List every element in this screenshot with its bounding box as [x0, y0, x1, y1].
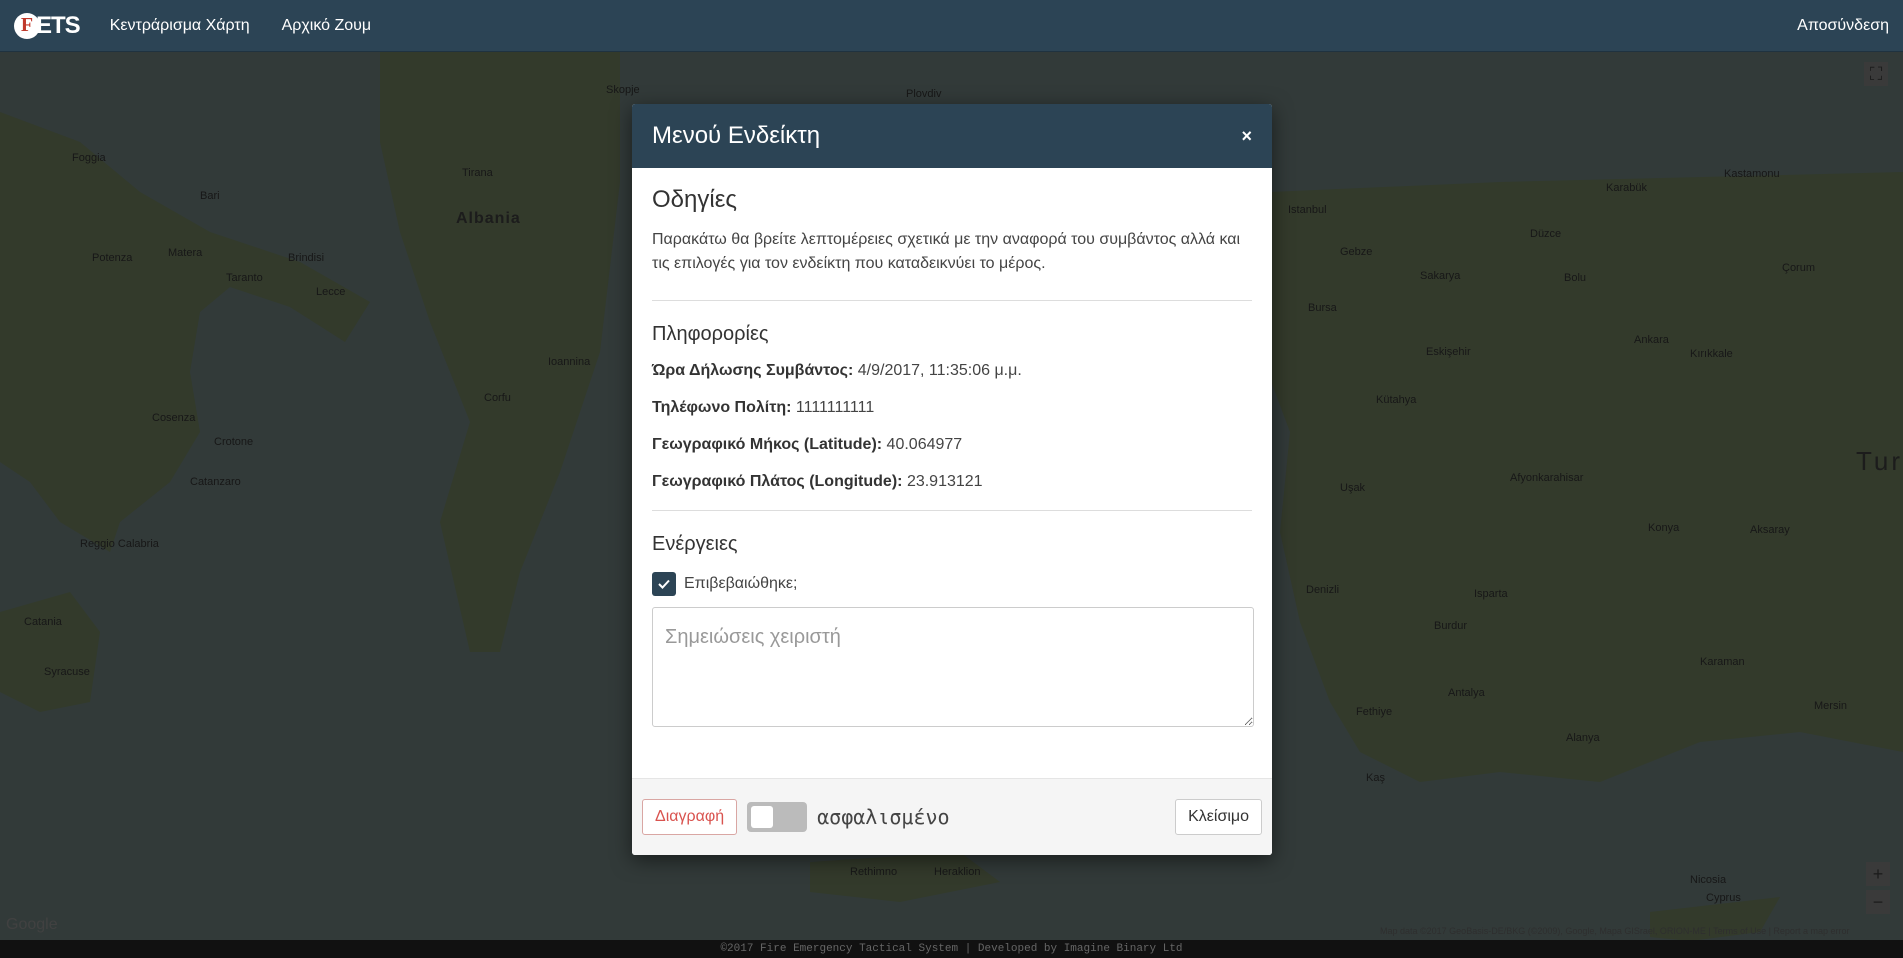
divider	[652, 510, 1252, 511]
nav-center-map[interactable]: Κεντράρισμα Χάρτη	[110, 17, 250, 35]
page-footer: ©2017 Fire Emergency Tactical System | D…	[0, 940, 1903, 958]
check-icon	[658, 579, 670, 589]
modal-footer: Διαγραφή ασφαλισμένο Κλείσιμο	[632, 778, 1272, 855]
delete-button[interactable]: Διαγραφή	[642, 799, 738, 835]
divider	[652, 300, 1252, 301]
brand[interactable]: F ETS	[14, 11, 81, 40]
logout-link[interactable]: Αποσύνδεση	[1797, 17, 1889, 35]
info-latitude: Γεωγραφικό Μήκος (Latitude): 40.064977	[652, 436, 963, 453]
actions-title: Ενέργειες	[652, 533, 738, 555]
confirmed-row: Επιβεβαιώθηκε;	[652, 572, 1252, 596]
locked-toggle[interactable]	[747, 802, 808, 832]
nav-initial-zoom[interactable]: Αρχικό Ζουμ	[282, 17, 372, 35]
close-button[interactable]: Κλείσιμο	[1175, 799, 1262, 835]
info-title: Πληφορορίες	[652, 323, 769, 345]
close-icon[interactable]: ×	[1241, 126, 1252, 147]
modal-header: Μενού Ενδείκτη ×	[632, 104, 1272, 168]
instructions-text: Παρακάτω θα βρείτε λεπτομέρειες σχετικά …	[652, 231, 1241, 272]
marker-modal: Μενού Ενδείκτη × Οδηγίες Παρακάτω θα βρε…	[632, 104, 1272, 855]
toggle-knob	[751, 806, 774, 828]
info-report-time: Ώρα Δήλωσης Συμβάντος: 4/9/2017, 11:35:0…	[652, 362, 1022, 379]
info-citizen-phone: Τηλέφωνο Πολίτη: 1111111111	[652, 399, 875, 416]
confirmed-label: Επιβεβαιώθηκε;	[684, 575, 798, 592]
top-navbar: F ETS Κεντράρισμα Χάρτη Αρχικό Ζουμ Αποσ…	[0, 0, 1903, 52]
info-longitude: Γεωγραφικό Πλάτος (Longitude): 23.913121	[652, 473, 983, 490]
modal-body: Οδηγίες Παρακάτω θα βρείτε λεπτομέρειες …	[632, 168, 1272, 732]
confirmed-checkbox[interactable]	[652, 572, 676, 596]
modal-title: Μενού Ενδείκτη	[652, 122, 821, 149]
locked-label: ασφαλισμένο	[817, 805, 950, 829]
brand-text: ETS	[36, 11, 81, 39]
instructions-title: Οδηγίες	[652, 186, 737, 213]
operator-notes-input[interactable]	[652, 607, 1254, 727]
